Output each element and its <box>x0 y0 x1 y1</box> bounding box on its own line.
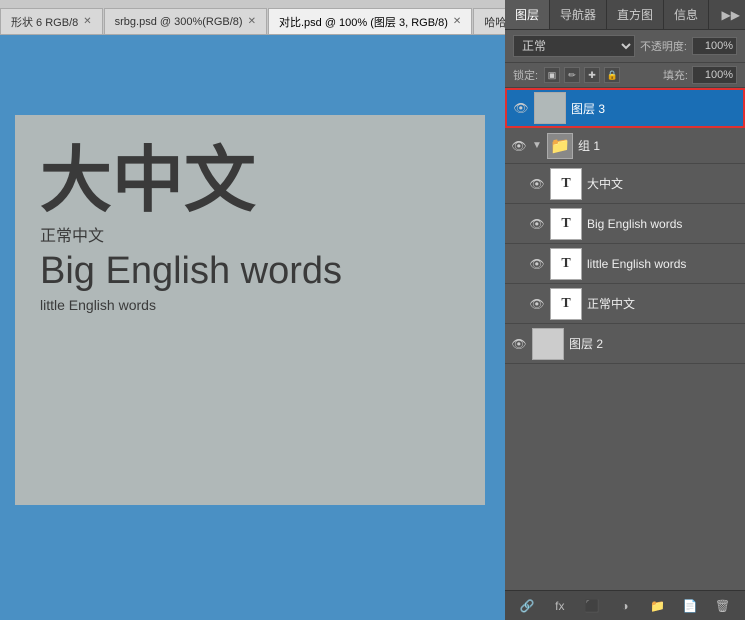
little-english-layer-name: little English words <box>587 257 739 271</box>
layers-panel: 正常 不透明度: 锁定: ▣ ✏ ✚ 🔒 填充: 👁 <box>505 30 745 620</box>
big-chinese-layer-name: 大中文 <box>587 175 739 192</box>
layer3-thumb <box>534 92 566 124</box>
delete-layer-btn[interactable]: 🗑 <box>712 595 734 617</box>
big-english-text: Big English words <box>40 250 460 293</box>
layer3-name: 图层 3 <box>571 100 737 117</box>
normal-chinese-thumb: T <box>550 288 582 320</box>
tab-1[interactable]: srbg.psd @ 300%(RGB/8) ✕ <box>104 8 267 34</box>
tab-1-close[interactable]: ✕ <box>248 16 256 27</box>
tab-0-label: 形状 6 RGB/8 <box>11 14 78 30</box>
group1-name: 组 1 <box>578 137 739 154</box>
panel-tab-histogram-label: 直方图 <box>617 6 653 23</box>
link-layers-btn[interactable]: 🔗 <box>516 595 538 617</box>
normal-chinese-text: 正常中文 <box>40 222 460 246</box>
little-english-thumb: T <box>550 248 582 280</box>
layer-item-layer2[interactable]: 👁 图层 2 <box>505 324 745 364</box>
layers-panel-bottom: 🔗 fx ⬛ ◑ 📁 📄 🗑 <box>505 590 745 620</box>
group1-expand-arrow[interactable]: ▼ <box>532 140 542 151</box>
fill-label: 填充: <box>663 67 688 83</box>
lock-all-btn[interactable]: 🔒 <box>604 67 620 83</box>
lock-label: 锁定: <box>513 67 538 83</box>
lock-icons: ▣ ✏ ✚ 🔒 <box>544 67 620 83</box>
panels-area: 图层 导航器 直方图 信息 ▶▶ 正常 不透明度: 锁定: ▣ <box>505 0 745 620</box>
fill-row: 填充: <box>663 66 737 84</box>
tab-2-close[interactable]: ✕ <box>453 16 461 27</box>
tab-0[interactable]: 形状 6 RGB/8 ✕ <box>0 8 103 34</box>
mask-btn[interactable]: ⬛ <box>581 595 603 617</box>
new-layer-btn[interactable]: 📄 <box>679 595 701 617</box>
lock-transparent-btn[interactable]: ▣ <box>544 67 560 83</box>
tab-2-label: 对比.psd @ 100% (图层 3, RGB/8) <box>279 14 448 30</box>
layer-item-layer3[interactable]: 👁 图层 3 <box>505 88 745 128</box>
panel-menu-icon[interactable]: ▶▶ <box>722 8 740 22</box>
tab-1-label: srbg.psd @ 300%(RGB/8) <box>115 16 243 28</box>
panel-tab-navigator[interactable]: 导航器 <box>550 0 607 29</box>
blend-mode-select[interactable]: 正常 <box>513 35 635 57</box>
big-chinese-visibility[interactable]: 👁 <box>529 176 545 192</box>
little-english-visibility[interactable]: 👁 <box>529 256 545 272</box>
panel-tab-histogram[interactable]: 直方图 <box>607 0 664 29</box>
fill-input[interactable] <box>692 66 737 84</box>
layer2-name: 图层 2 <box>569 335 739 352</box>
lock-fill-row: 锁定: ▣ ✏ ✚ 🔒 填充: <box>505 63 745 88</box>
group1-visibility[interactable]: 👁 <box>511 138 527 154</box>
panel-tab-info-label: 信息 <box>674 6 698 23</box>
adjustment-btn[interactable]: ◑ <box>614 595 636 617</box>
little-english-text: little English words <box>40 297 460 313</box>
layers-list: 👁 图层 3 👁 ▼ 📁 组 1 👁 T 大中文 👁 T Big <box>505 88 745 590</box>
tab-bar: 形状 6 RGB/8 ✕ srbg.psd @ 300%(RGB/8) ✕ 对比… <box>0 0 505 35</box>
layer-item-little-english[interactable]: 👁 T little English words <box>505 244 745 284</box>
panel-tab-bar: 图层 导航器 直方图 信息 ▶▶ <box>505 0 745 30</box>
layer-item-big-chinese[interactable]: 👁 T 大中文 <box>505 164 745 204</box>
layer2-thumb <box>532 328 564 360</box>
layer3-visibility[interactable]: 👁 <box>513 100 529 116</box>
panel-tab-layers[interactable]: 图层 <box>505 0 550 29</box>
big-english-thumb: T <box>550 208 582 240</box>
canvas-document: 大中文 正常中文 Big English words little Englis… <box>15 115 485 505</box>
normal-chinese-layer-name: 正常中文 <box>587 295 739 312</box>
layer-item-normal-chinese[interactable]: 👁 T 正常中文 <box>505 284 745 324</box>
panel-tab-info[interactable]: 信息 <box>664 0 709 29</box>
layer2-visibility[interactable]: 👁 <box>511 336 527 352</box>
big-english-visibility[interactable]: 👁 <box>529 216 545 232</box>
lock-paint-btn[interactable]: ✏ <box>564 67 580 83</box>
layer-item-big-english[interactable]: 👁 T Big English words <box>505 204 745 244</box>
mode-opacity-row: 正常 不透明度: <box>505 30 745 63</box>
folder-btn[interactable]: 📁 <box>647 595 669 617</box>
group1-thumb: 📁 <box>547 133 573 159</box>
opacity-input[interactable] <box>692 37 737 55</box>
panel-tab-layers-label: 图层 <box>515 6 539 23</box>
tab-0-close[interactable]: ✕ <box>83 16 91 27</box>
panel-tab-navigator-label: 导航器 <box>560 6 596 23</box>
fx-btn[interactable]: fx <box>549 595 571 617</box>
lock-position-btn[interactable]: ✚ <box>584 67 600 83</box>
normal-chinese-visibility[interactable]: 👁 <box>529 296 545 312</box>
big-chinese-text: 大中文 <box>40 145 460 217</box>
layer-item-group1[interactable]: 👁 ▼ 📁 组 1 <box>505 128 745 164</box>
big-english-layer-name: Big English words <box>587 217 739 231</box>
tab-2[interactable]: 对比.psd @ 100% (图层 3, RGB/8) ✕ <box>268 8 472 34</box>
canvas-area: 大中文 正常中文 Big English words little Englis… <box>0 35 505 620</box>
big-chinese-thumb: T <box>550 168 582 200</box>
opacity-label: 不透明度: <box>640 38 687 54</box>
